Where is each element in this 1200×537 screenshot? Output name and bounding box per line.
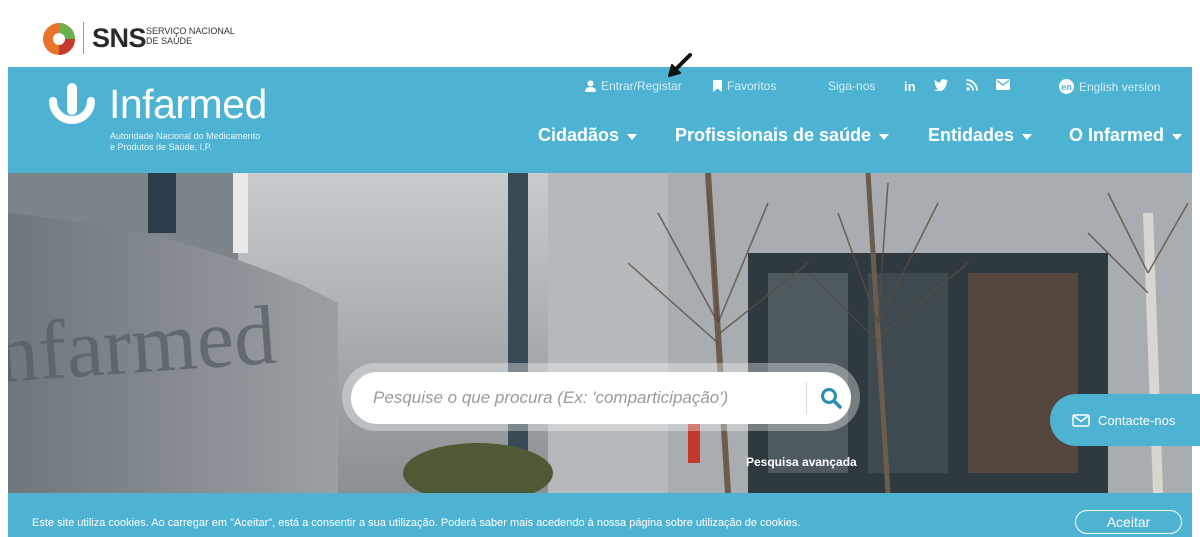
contact-us-label: Contacte-nos [1098,412,1176,428]
bookmark-icon [713,80,722,92]
caret-down-icon [1172,133,1183,140]
twitter-icon[interactable] [933,79,948,91]
search-icon [821,388,842,409]
sns-divider [83,22,84,54]
utility-bar: Entrar/Registar Favoritos Siga-nos in en… [8,79,1192,97]
wall-lettering: nfarmed [8,289,279,401]
nav-label: Profissionais de saúde [675,125,872,145]
sns-top-bar: SNS SERVIÇO NACIONAL DE SAÚDE [0,0,1200,67]
sns-subtitle-line2: DE SAÚDE [146,36,193,46]
cookie-banner: Este site utiliza cookies. Ao carregar e… [8,493,1192,537]
accept-cookies-button[interactable]: Aceitar [1075,510,1182,534]
nav-label: Cidadãos [538,125,620,145]
sns-logo-icon[interactable] [42,22,76,56]
search-separator [806,382,807,414]
rss-icon[interactable] [965,79,978,91]
nav-item-cidadaos[interactable]: Cidadãos [538,125,638,146]
caret-down-icon [627,133,638,140]
signin-label: Entrar/Registar [601,79,682,93]
caret-down-icon [1022,133,1033,140]
social-links: in [904,79,1010,94]
pointer-arrow-icon [668,53,692,77]
follow-text: Siga-nos [828,79,876,93]
nav-label: O Infarmed [1069,125,1165,145]
nav-item-o-infarmed[interactable]: O Infarmed [1069,125,1183,146]
envelope-icon [1072,413,1090,427]
favorites-label: Favoritos [727,79,777,93]
search-box [351,372,851,424]
site-header: Infarmed Autoridade Nacional do Medicame… [8,67,1192,173]
english-version-label: English version [1079,79,1161,94]
contact-us-button[interactable]: Contacte-nos [1050,394,1200,446]
email-icon[interactable] [995,79,1010,90]
main-nav: Cidadãos Profissionais de saúde Entidade… [8,125,1192,149]
nav-item-profissionais[interactable]: Profissionais de saúde [675,125,890,146]
signin-link[interactable]: Entrar/Registar [585,79,682,93]
follow-label: Siga-nos [828,79,875,93]
caret-down-icon [879,133,890,140]
search-input[interactable] [371,387,791,409]
hero-banner: nfarmed Pesquisa avançada [8,173,1192,493]
nav-label: Entidades [928,125,1015,145]
favorites-link[interactable]: Favoritos [713,79,776,93]
cookie-message: Este site utiliza cookies. Ao carregar e… [32,517,801,529]
sns-wordmark: SNS [92,23,147,53]
sns-subtitle: SERVIÇO NACIONAL DE SAÚDE [146,26,235,46]
user-icon [585,80,596,92]
hero-photo: nfarmed [8,173,1192,493]
sns-subtitle-line1: SERVIÇO NACIONAL [146,26,235,36]
search-button[interactable] [816,383,846,413]
nav-item-entidades[interactable]: Entidades [928,125,1033,146]
advanced-search-link[interactable]: Pesquisa avançada [746,455,857,469]
linkedin-icon[interactable]: in [904,79,916,94]
language-badge-icon: en [1059,79,1074,94]
english-version-link[interactable]: en English version [1059,79,1160,94]
